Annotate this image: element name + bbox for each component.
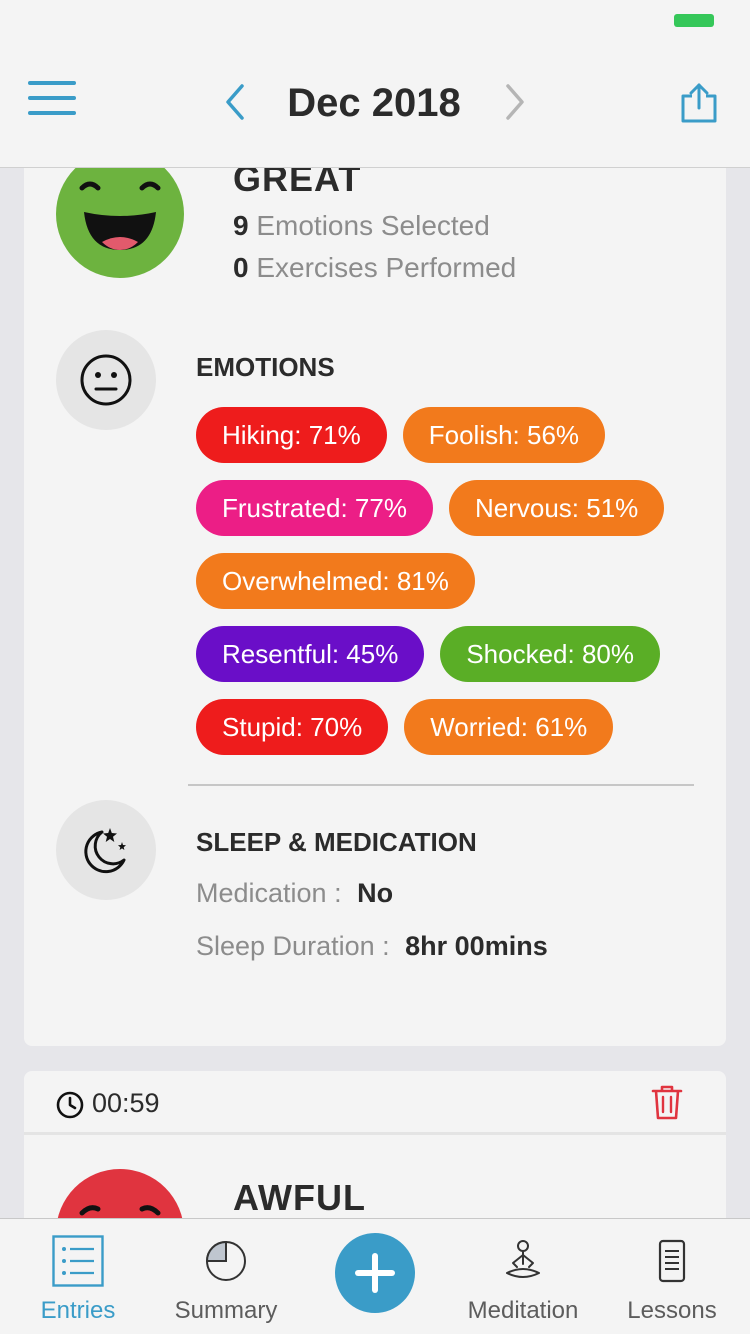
emotions-selected-stat: 9 Emotions Selected xyxy=(233,210,490,242)
entry-card[interactable]: GREAT 9 Emotions Selected 0 Exercises Pe… xyxy=(24,130,726,1046)
tab-meditation[interactable]: Meditation xyxy=(448,1219,598,1334)
emotion-tags: Hiking: 71% Foolish: 56% Frustrated: 77%… xyxy=(196,407,706,755)
emotion-tag: Shocked: 80% xyxy=(440,626,660,682)
clock-icon xyxy=(56,1091,84,1119)
emotion-tag: Resentful: 45% xyxy=(196,626,425,682)
sleep-medication-section-title: SLEEP & MEDICATION xyxy=(196,827,477,857)
emotion-tag: Worried: 61% xyxy=(404,699,614,755)
medication-row: Medication : No xyxy=(196,878,393,909)
medication-label: Medication : xyxy=(196,878,342,908)
share-icon[interactable] xyxy=(678,82,720,124)
emotion-tag: Frustrated: 77% xyxy=(196,480,433,536)
pie-chart-icon xyxy=(205,1240,246,1281)
exercises-count: 0 xyxy=(233,252,249,283)
entry-time: 00:59 xyxy=(92,1088,160,1118)
page-title: Dec 2018 xyxy=(287,81,461,125)
mood-label: AWFUL xyxy=(233,1177,366,1218)
chevron-left-icon[interactable] xyxy=(220,80,250,124)
emotion-tag: Overwhelmed: 81% xyxy=(196,553,475,609)
phone-lessons-icon xyxy=(658,1239,686,1283)
status-bar xyxy=(0,0,750,40)
entry-card-header: 00:59 xyxy=(24,1071,726,1135)
sleep-duration-row: Sleep Duration : 8hr 00mins xyxy=(196,931,548,962)
tab-label: Entries xyxy=(40,1297,116,1324)
emotion-tag: Nervous: 51% xyxy=(448,480,665,536)
tab-label: Meditation xyxy=(467,1297,579,1324)
exercises-performed-text: Exercises Performed xyxy=(256,252,517,283)
emotion-tag: Stupid: 70% xyxy=(196,699,389,755)
exercises-performed-stat: 0 Exercises Performed xyxy=(233,252,516,284)
sleep-duration-value: 8hr 00mins xyxy=(405,931,548,961)
trash-icon[interactable] xyxy=(650,1083,684,1121)
emotions-selected-text: Emotions Selected xyxy=(256,210,490,241)
tab-summary[interactable]: Summary xyxy=(151,1219,301,1334)
add-entry-button[interactable] xyxy=(335,1233,415,1313)
meditation-icon xyxy=(506,1240,540,1278)
emotions-section-title: EMOTIONS xyxy=(196,352,335,382)
tab-bar: Entries Summary Meditation Lessons xyxy=(0,1218,750,1334)
tab-entries[interactable]: Entries xyxy=(3,1219,153,1334)
medication-value: No xyxy=(357,878,394,908)
battery-icon xyxy=(674,14,714,27)
entries-list-icon xyxy=(52,1235,104,1287)
moon-stars-icon xyxy=(56,800,156,900)
emotion-tag: Foolish: 56% xyxy=(402,407,606,463)
great-mood-face-icon xyxy=(56,150,184,278)
header: Dec 2018 xyxy=(0,40,750,168)
plus-icon xyxy=(355,1253,395,1293)
neutral-face-icon xyxy=(56,330,156,430)
divider xyxy=(188,784,694,786)
emotions-count: 9 xyxy=(233,210,249,241)
emotion-tag: Hiking: 71% xyxy=(196,407,387,463)
sleep-duration-label: Sleep Duration : xyxy=(196,931,390,961)
hamburger-menu-icon[interactable] xyxy=(28,78,78,122)
tab-label: Lessons xyxy=(627,1297,717,1324)
chevron-right-icon[interactable] xyxy=(500,80,530,124)
tab-lessons[interactable]: Lessons xyxy=(597,1219,747,1334)
tab-label: Summary xyxy=(174,1297,278,1324)
